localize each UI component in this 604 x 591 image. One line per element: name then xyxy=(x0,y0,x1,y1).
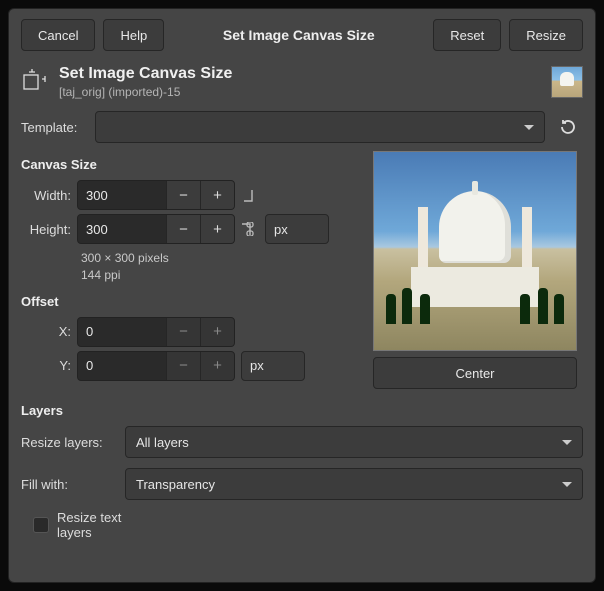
height-increment-button[interactable]: + xyxy=(200,215,234,243)
fill-with-label: Fill with: xyxy=(21,477,117,492)
fill-with-row: Fill with: Transparency xyxy=(21,468,583,500)
center-button[interactable]: Center xyxy=(373,357,577,389)
header-subtitle: [taj_orig] (imported)-15 xyxy=(59,85,541,99)
template-label: Template: xyxy=(21,120,87,135)
chevron-down-icon xyxy=(562,440,572,445)
offset-section-title: Offset xyxy=(21,294,359,309)
height-decrement-button[interactable]: − xyxy=(166,215,200,243)
resize-text-layers-row: Resize text layers xyxy=(33,510,583,540)
height-spinner: − + xyxy=(77,214,235,244)
header-title: Set Image Canvas Size xyxy=(59,65,541,83)
height-row: Height: − + px xyxy=(21,214,359,244)
layers-section-title: Layers xyxy=(21,403,583,418)
offset-y-spinner: − + xyxy=(77,351,235,381)
link-bracket-top xyxy=(241,188,259,202)
height-input[interactable] xyxy=(78,215,166,243)
offset-y-input[interactable] xyxy=(78,352,166,380)
resize-text-layers-label: Resize text layers xyxy=(57,510,153,540)
width-decrement-button[interactable]: − xyxy=(166,181,200,209)
canvas-size-section-title: Canvas Size xyxy=(21,157,359,172)
offset-y-increment-button[interactable]: + xyxy=(200,352,234,380)
top-button-bar: Cancel Help Set Image Canvas Size Reset … xyxy=(21,19,583,51)
canvas-ppi-text: 144 ppi xyxy=(81,267,359,284)
resize-layers-dropdown[interactable]: All layers xyxy=(125,426,583,458)
reload-icon xyxy=(559,118,577,136)
offset-unit-dropdown[interactable]: px xyxy=(241,351,305,381)
resize-layers-row: Resize layers: All layers xyxy=(21,426,583,458)
height-label: Height: xyxy=(21,222,77,237)
canvas-unit-dropdown[interactable]: px xyxy=(265,214,329,244)
cancel-button[interactable]: Cancel xyxy=(21,19,95,51)
preview-detail xyxy=(520,294,530,324)
template-dropdown[interactable] xyxy=(95,111,545,143)
chevron-down-icon xyxy=(524,125,534,130)
preview-detail xyxy=(402,288,412,324)
offset-x-increment-button[interactable]: + xyxy=(200,318,234,346)
resize-layers-label: Resize layers: xyxy=(21,435,117,450)
chevron-down-icon xyxy=(562,482,572,487)
offset-y-row: Y: − + px xyxy=(21,351,359,381)
resize-text-layers-checkbox[interactable] xyxy=(33,517,49,533)
canvas-resize-icon xyxy=(21,68,49,96)
width-input[interactable] xyxy=(78,181,166,209)
template-reset-button[interactable] xyxy=(553,112,583,142)
offset-x-spinner: − + xyxy=(77,317,235,347)
dialog-title: Set Image Canvas Size xyxy=(172,27,425,43)
canvas-preview[interactable] xyxy=(373,151,577,351)
image-thumbnail-small xyxy=(551,66,583,98)
preview-detail xyxy=(554,294,564,324)
link-bracket-bottom xyxy=(239,212,257,248)
help-button[interactable]: Help xyxy=(103,19,164,51)
offset-x-input[interactable] xyxy=(78,318,166,346)
offset-x-decrement-button[interactable]: − xyxy=(166,318,200,346)
fill-with-value: Transparency xyxy=(136,477,215,492)
preview-detail xyxy=(386,294,396,324)
header-text: Set Image Canvas Size [taj_orig] (import… xyxy=(59,65,541,99)
width-label: Width: xyxy=(21,188,77,203)
reset-button[interactable]: Reset xyxy=(433,19,501,51)
header: Set Image Canvas Size [taj_orig] (import… xyxy=(21,65,583,99)
preview-detail xyxy=(538,288,548,324)
offset-x-row: X: − + xyxy=(21,317,359,347)
offset-unit-value: px xyxy=(250,358,264,373)
resize-layers-value: All layers xyxy=(136,435,189,450)
resize-button[interactable]: Resize xyxy=(509,19,583,51)
preview-detail xyxy=(420,294,430,324)
width-row: Width: − + xyxy=(21,180,359,210)
dialog-window: Cancel Help Set Image Canvas Size Reset … xyxy=(8,8,596,583)
offset-x-label: X: xyxy=(21,324,77,339)
width-spinner: − + xyxy=(77,180,235,210)
offset-y-label: Y: xyxy=(21,358,77,373)
canvas-unit-value: px xyxy=(274,222,288,237)
width-increment-button[interactable]: + xyxy=(200,181,234,209)
template-row: Template: xyxy=(21,111,583,143)
canvas-dims-text: 300 × 300 pixels xyxy=(81,250,359,267)
preview-detail xyxy=(439,191,511,263)
fill-with-dropdown[interactable]: Transparency xyxy=(125,468,583,500)
canvas-info: 300 × 300 pixels 144 ppi xyxy=(81,250,359,284)
offset-y-decrement-button[interactable]: − xyxy=(166,352,200,380)
